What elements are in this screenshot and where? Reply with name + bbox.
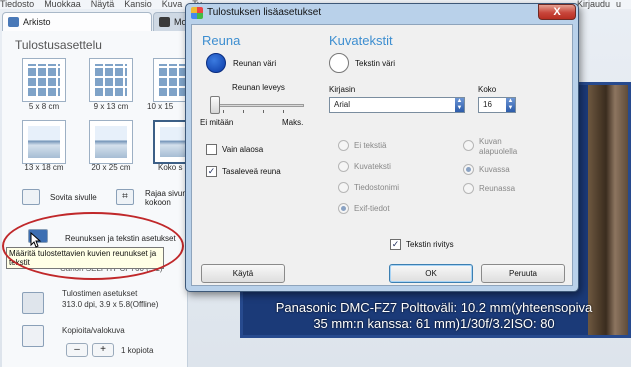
layout-grid-icon	[95, 64, 127, 96]
border-width-max-label: Maks.	[282, 118, 304, 127]
advanced-print-settings-dialog: Tulostuksen lisäasetukset X Reuna Reunan…	[185, 3, 579, 292]
radio-below-image-label: Kuvan alapuolella	[479, 137, 518, 156]
even-border-label: Tasaleveä reuna	[222, 167, 281, 176]
preview-caption: Panasonic DMC-FZ7 Polttoväli: 10.2 mm(yh…	[244, 300, 624, 332]
layout-5x8-thumb[interactable]	[22, 58, 66, 102]
bottom-only-checkbox[interactable]	[206, 144, 217, 155]
printer-settings-value: 313.0 dpi, 3.9 x 5.8(Offline)	[62, 300, 159, 309]
slider-tick	[283, 110, 284, 113]
layout-grid-icon	[28, 64, 60, 96]
photo-icon	[95, 126, 127, 158]
slider-tick	[223, 110, 224, 113]
menu-view[interactable]: Näytä	[91, 0, 115, 9]
cancel-button[interactable]: Peruuta	[481, 264, 565, 283]
menu-file[interactable]: Tiedosto	[0, 0, 34, 9]
border-color-label: Reunan väri	[233, 59, 277, 68]
radio-caption[interactable]	[338, 161, 349, 172]
printer-icon	[22, 292, 44, 314]
crop-label: Rajaa sivun	[145, 189, 187, 198]
layout-13x18-thumb[interactable]	[22, 120, 66, 164]
spinner-icon: ▲ ▼	[455, 98, 464, 112]
radio-no-text[interactable]	[338, 140, 349, 151]
radio-in-border[interactable]	[463, 183, 474, 194]
size-select[interactable]: 16 ▲ ▼	[478, 97, 516, 113]
text-color-label: Tekstin väri	[355, 59, 396, 68]
font-label: Kirjasin	[329, 85, 356, 94]
menu-edit[interactable]: Muokkaa	[44, 0, 81, 9]
mouse-cursor-icon	[30, 232, 42, 248]
radio-filename[interactable]	[338, 182, 349, 193]
text-wrap-checkbox[interactable]: ✓	[390, 239, 401, 250]
font-value: Arial	[334, 100, 351, 109]
border-width-min-label: Ei mitään	[200, 118, 234, 127]
caption-section-title: Kuvatekstit	[329, 33, 393, 48]
border-color-swatch[interactable]	[206, 53, 226, 73]
printer-settings-title[interactable]: Tulostimen asetukset	[62, 289, 137, 298]
slider-tick	[263, 110, 264, 113]
layout-20x25-thumb[interactable]	[89, 120, 133, 164]
menu-image[interactable]: Kuva	[162, 0, 183, 9]
dialog-titlebar[interactable]: Tulostuksen lisäasetukset X	[186, 4, 578, 22]
tab-arkisto[interactable]: Arkisto	[2, 12, 152, 32]
crop-button[interactable]: ⌗	[116, 189, 134, 205]
border-width-slider-track[interactable]	[214, 104, 304, 107]
menu-sign-in[interactable]: Kirjaudu	[577, 0, 610, 9]
panel-title: Tulostusasettelu	[15, 38, 102, 52]
crop-icon: ⌗	[122, 191, 128, 202]
layout-9x13-label: 9 x 13 cm	[93, 102, 129, 111]
radio-no-text-label: Ei tekstiä	[354, 141, 387, 150]
radio-caption-label: Kuvateksti	[354, 162, 391, 171]
archive-icon	[8, 17, 19, 27]
layout-20x25-label: 20 x 25 cm	[91, 163, 131, 172]
copies-icon	[22, 325, 44, 347]
even-border-checkbox[interactable]: ✓	[206, 166, 217, 177]
close-button[interactable]: X	[538, 4, 576, 20]
size-label: Koko	[478, 85, 497, 94]
menu-folder[interactable]: Kansio	[124, 0, 152, 9]
spinner-icon: ▲ ▼	[506, 98, 515, 112]
radio-in-image[interactable]	[463, 164, 474, 175]
copies-increase-button[interactable]: +	[92, 343, 114, 357]
border-section-title: Reuna	[202, 33, 241, 48]
fit-to-page-button[interactable]	[22, 189, 40, 205]
layout-9x13-thumb[interactable]	[89, 58, 133, 102]
checkmark-icon: ✓	[391, 239, 400, 249]
ok-button[interactable]: OK	[389, 264, 473, 283]
apply-button[interactable]: Käytä	[201, 264, 285, 283]
preview-caption-line2: 35 mm:n kanssa: 61 mm)1/30f/3.2ISO: 80	[313, 316, 555, 331]
slider-tick	[243, 110, 244, 113]
copies-value: 1 kopiota	[121, 346, 154, 355]
tab-arkisto-label: Arkisto	[23, 17, 51, 27]
copies-decrease-button[interactable]: –	[66, 343, 88, 357]
preview-caption-line1: Panasonic DMC-FZ7 Polttoväli: 10.2 mm(yh…	[275, 300, 593, 315]
layout-13x18-label: 13 x 18 cm	[24, 163, 64, 172]
border-width-slider-thumb[interactable]	[210, 96, 220, 114]
text-color-swatch[interactable]	[329, 53, 349, 73]
checkmark-icon: ✓	[207, 166, 216, 176]
app-icon	[191, 7, 203, 19]
photo-icon	[28, 126, 60, 158]
close-icon: X	[553, 6, 561, 18]
size-value: 16	[483, 100, 492, 109]
copies-title: Kopioita/valokuva	[62, 326, 125, 335]
text-wrap-label: Tekstin rivitys	[406, 240, 454, 249]
fit-to-page-label: Sovita sivulle	[50, 193, 97, 202]
border-width-label: Reunan leveys	[232, 83, 285, 92]
radio-exif-label: Exif-tiedot	[354, 204, 390, 213]
radio-filename-label: Tiedostonimi	[354, 183, 400, 192]
menu-partial[interactable]: u	[616, 0, 621, 9]
radio-below-image[interactable]	[463, 140, 474, 151]
film-icon	[159, 17, 170, 27]
radio-in-image-label: Kuvassa	[479, 165, 510, 174]
radio-exif[interactable]	[338, 203, 349, 214]
crop-label-2: kokoon	[145, 198, 171, 207]
dialog-body: Reuna Reunan väri Reunan leveys Ei mitää…	[191, 24, 573, 286]
radio-in-border-label: Reunassa	[479, 184, 516, 193]
layout-5x8-label: 5 x 8 cm	[28, 102, 60, 111]
dialog-title: Tulostuksen lisäasetukset	[207, 7, 322, 18]
bottom-only-label: Vain alaosa	[222, 145, 264, 154]
font-select[interactable]: Arial ▲ ▼	[329, 97, 465, 113]
